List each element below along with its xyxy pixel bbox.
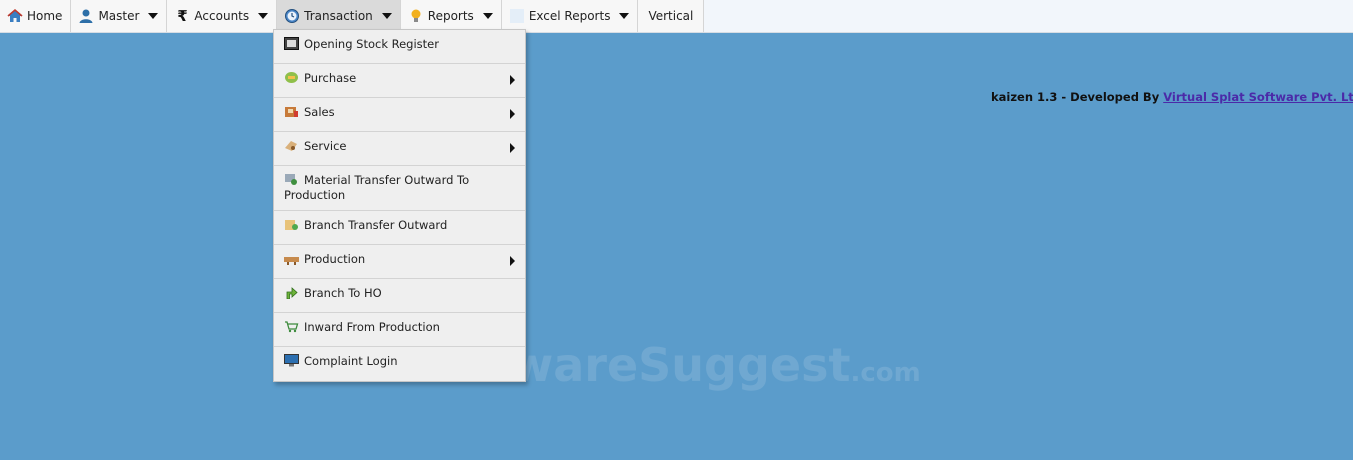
chevron-down-icon [619,13,630,19]
branch-transfer-icon [284,218,299,231]
service-icon [284,139,299,152]
menu-master[interactable]: Master [71,0,168,32]
menu-vertical[interactable]: Vertical [638,0,705,32]
menu-item-material-transfer-outward[interactable]: Material Transfer Outward To Production [274,166,525,211]
developer-link[interactable]: Virtual Splat Software Pvt. Lt [1163,90,1353,104]
menu-reports[interactable]: Reports [400,0,502,32]
excel-icon [509,8,525,24]
cart-icon [284,320,299,333]
register-icon [284,37,299,50]
menu-item-purchase[interactable]: Purchase [274,64,525,98]
menu-item-branch-to-ho[interactable]: Branch To HO [274,279,525,313]
menu-vertical-label: Vertical [648,9,694,23]
clock-icon [284,8,300,24]
purchase-icon [284,71,299,84]
menu-reports-label: Reports [427,9,474,23]
sales-icon [284,105,299,118]
chevron-down-icon [381,13,392,19]
material-transfer-icon [284,173,299,186]
menu-item-branch-transfer-outward[interactable]: Branch Transfer Outward [274,211,525,245]
chevron-right-icon [510,256,515,266]
rupee-icon: ₹ [177,7,188,25]
menu-item-production[interactable]: Production [274,245,525,279]
watermark-suffix: .com [850,358,921,388]
chevron-down-icon [148,13,159,19]
menu-item-opening-stock-register[interactable]: Opening Stock Register [274,30,525,64]
transaction-dropdown: Opening Stock Register Purchase Sales Se… [273,29,526,382]
credit-text: kaizen 1.3 - Developed By [991,90,1160,104]
menu-transaction[interactable]: Transaction [277,0,401,32]
monitor-icon [284,354,299,367]
developer-credit: kaizen 1.3 - Developed By Virtual Splat … [991,90,1353,104]
menu-master-label: Master [98,9,140,23]
user-icon [78,8,94,24]
home-icon [7,8,23,24]
menu-home[interactable]: Home [0,0,72,32]
menu-accounts[interactable]: ₹ Accounts [167,0,278,32]
chevron-right-icon [510,143,515,153]
menu-excel-reports[interactable]: Excel Reports [501,0,639,32]
menu-item-complaint-login[interactable]: Complaint Login [274,347,525,381]
menu-excel-reports-label: Excel Reports [528,9,611,23]
lightbulb-icon [408,8,424,24]
menu-transaction-label: Transaction [304,9,373,23]
menu-item-sales[interactable]: Sales [274,98,525,132]
chevron-down-icon [258,13,269,19]
chevron-down-icon [482,13,493,19]
menu-home-label: Home [27,9,63,23]
menu-item-inward-from-production[interactable]: Inward From Production [274,313,525,347]
production-icon [284,252,299,265]
menu-item-service[interactable]: Service [274,132,525,166]
top-bar: Home Master ₹ Accounts Transaction Repor [0,0,1353,33]
chevron-right-icon [510,109,515,119]
chevron-right-icon [510,75,515,85]
branch-to-ho-icon [284,286,299,300]
menu-accounts-label: Accounts [194,9,250,23]
